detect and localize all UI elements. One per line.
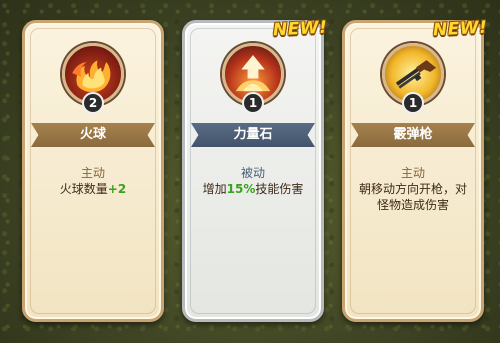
skill-type-label: 主动 xyxy=(80,166,105,180)
new-badge: NEW! xyxy=(432,17,488,41)
skill-type-label: 被动 xyxy=(240,166,265,180)
skill-type-label: 主动 xyxy=(400,166,425,180)
skill-icon-frame: 1 xyxy=(222,43,284,114)
skill-icon-frame: 1 xyxy=(382,43,444,114)
new-badge: NEW! xyxy=(272,17,328,41)
highlight-value: 15% xyxy=(226,182,256,196)
skill-card-power-stone[interactable]: NEW! 1 力量石 被动 增加15%技能伤害 xyxy=(182,17,328,322)
skill-name-ribbon: 火球 xyxy=(31,123,155,147)
skill-card-fireball[interactable]: 2 火球 主动 火球数量+2 xyxy=(22,20,164,322)
skill-name-ribbon: 力量石 xyxy=(191,123,315,147)
skill-icon-frame: 2 xyxy=(62,43,124,114)
skill-level-badge: 2 xyxy=(82,92,104,114)
skill-description: 朝移动方向开枪，对怪物造成伤害 xyxy=(358,182,467,212)
skill-description: 火球数量+2 xyxy=(59,182,127,196)
skill-name-ribbon: 霰弹枪 xyxy=(351,123,475,147)
skill-card-shotgun[interactable]: NEW! 1 霰弹枪 主动 朝移动方向开枪，对怪物造成伤害 xyxy=(342,17,488,322)
skill-level-badge: 1 xyxy=(242,92,264,114)
skill-level-badge: 1 xyxy=(402,92,424,114)
highlight-value: +2 xyxy=(107,182,127,196)
skill-description: 增加15%技能伤害 xyxy=(202,182,304,196)
